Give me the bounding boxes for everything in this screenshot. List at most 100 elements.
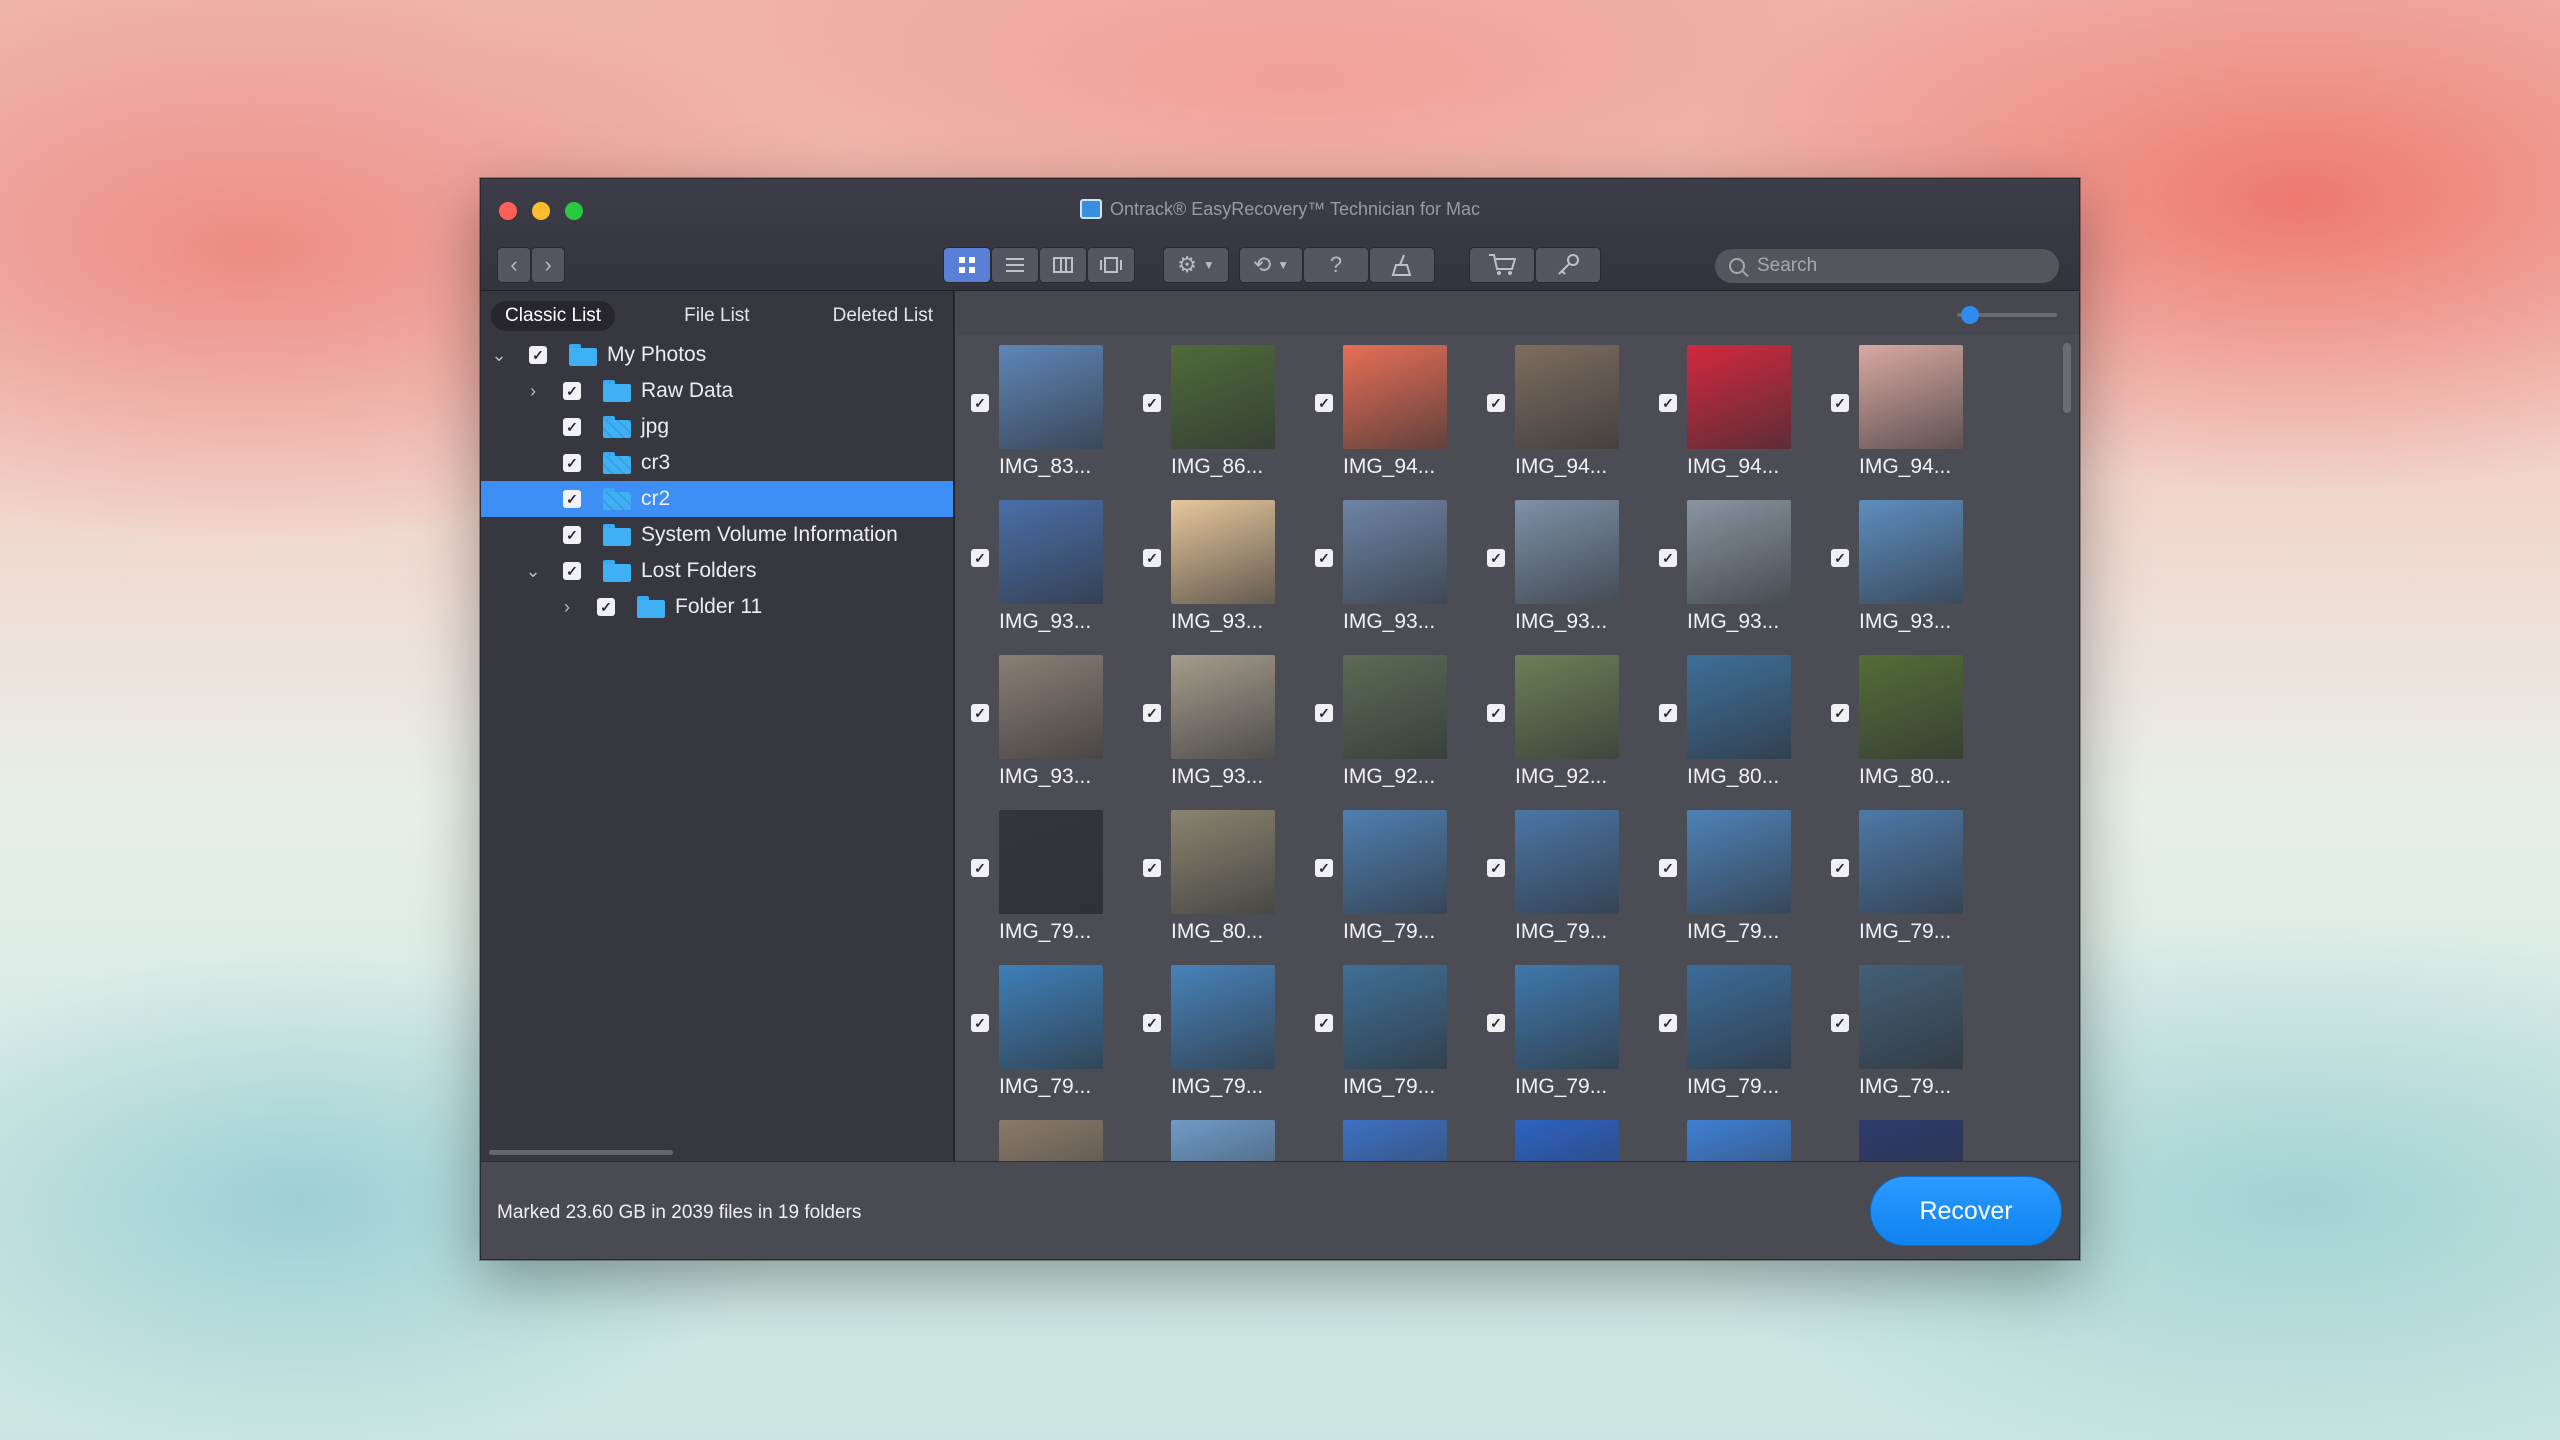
checkbox[interactable]: ✓ (563, 526, 581, 544)
file-thumbnail-item[interactable]: ✓ IMG_93... (1301, 490, 1473, 645)
tree-item-jpg[interactable]: ✓ jpg (481, 409, 953, 445)
help-button[interactable]: ? (1303, 247, 1369, 283)
file-thumbnail-item[interactable]: ✓ IMG_79... (1129, 955, 1301, 1110)
file-thumbnail-item[interactable]: ✓ IMG_94... (1473, 335, 1645, 490)
photo-thumbnail[interactable] (999, 345, 1103, 449)
checkbox[interactable]: ✓ (1487, 1014, 1505, 1032)
file-thumbnail-item[interactable]: ✓ IMG_94... (1817, 335, 1989, 490)
file-thumbnail-item[interactable]: ✓ IMG_92... (1473, 645, 1645, 800)
photo-thumbnail[interactable] (1859, 965, 1963, 1069)
checkbox[interactable]: ✓ (1659, 549, 1677, 567)
tree-item-folder-11[interactable]: › ✓ Folder 11 (481, 589, 953, 625)
chevron-right-icon[interactable]: › (525, 382, 541, 400)
checkbox[interactable]: ✓ (1487, 704, 1505, 722)
tree-item-my-photos[interactable]: ⌄ ✓ My Photos (481, 337, 953, 373)
checkbox[interactable]: ✓ (1315, 394, 1333, 412)
checkbox[interactable]: ✓ (1659, 394, 1677, 412)
tree-item-lost-folders[interactable]: ⌄ ✓ Lost Folders (481, 553, 953, 589)
photo-thumbnail[interactable] (1515, 965, 1619, 1069)
checkbox[interactable]: ✓ (597, 598, 615, 616)
photo-thumbnail[interactable] (1171, 345, 1275, 449)
history-menu-button[interactable]: ⟲ ▼ (1239, 247, 1303, 283)
file-thumbnail-item[interactable]: ✓ (957, 1110, 1129, 1161)
activation-key-button[interactable] (1535, 247, 1601, 283)
photo-thumbnail[interactable] (1171, 500, 1275, 604)
checkbox[interactable]: ✓ (1831, 1014, 1849, 1032)
cleanup-button[interactable] (1369, 247, 1435, 283)
photo-thumbnail[interactable] (1687, 965, 1791, 1069)
photo-thumbnail[interactable] (1687, 810, 1791, 914)
checkbox[interactable]: ✓ (971, 859, 989, 877)
tab-file-list[interactable]: File List (670, 301, 763, 331)
checkbox[interactable]: ✓ (1143, 394, 1161, 412)
photo-thumbnail[interactable] (1343, 345, 1447, 449)
photo-thumbnail[interactable] (1515, 810, 1619, 914)
photo-thumbnail[interactable] (999, 965, 1103, 1069)
file-thumbnail-item[interactable]: ✓ IMG_79... (1301, 955, 1473, 1110)
checkbox[interactable]: ✓ (563, 562, 581, 580)
photo-thumbnail[interactable] (1515, 655, 1619, 759)
photo-thumbnail[interactable] (1343, 1120, 1447, 1161)
checkbox[interactable]: ✓ (971, 549, 989, 567)
grid-view-button[interactable] (943, 247, 991, 283)
grid-scrollbar[interactable] (2063, 343, 2071, 413)
tree-item-cr2[interactable]: ✓ cr2 (481, 481, 953, 517)
checkbox[interactable]: ✓ (1143, 549, 1161, 567)
checkbox[interactable]: ✓ (1831, 859, 1849, 877)
file-thumbnail-item[interactable]: ✓ IMG_80... (1645, 645, 1817, 800)
file-thumbnail-item[interactable]: ✓ IMG_92... (1301, 645, 1473, 800)
checkbox[interactable]: ✓ (529, 346, 547, 364)
photo-thumbnail[interactable] (999, 655, 1103, 759)
chevron-right-icon[interactable]: › (559, 598, 575, 616)
file-thumbnail-item[interactable]: ✓ IMG_93... (957, 645, 1129, 800)
file-thumbnail-item[interactable]: ✓ IMG_79... (957, 955, 1129, 1110)
file-thumbnail-item[interactable]: ✓ IMG_80... (1129, 800, 1301, 955)
photo-thumbnail[interactable] (1343, 810, 1447, 914)
file-thumbnail-item[interactable]: ✓ IMG_79... (1817, 955, 1989, 1110)
file-thumbnail-item[interactable]: ✓ IMG_79... (1645, 800, 1817, 955)
checkbox[interactable]: ✓ (1831, 549, 1849, 567)
checkbox[interactable]: ✓ (1831, 394, 1849, 412)
checkbox[interactable]: ✓ (1143, 1014, 1161, 1032)
photo-thumbnail[interactable] (1171, 655, 1275, 759)
search-input[interactable]: Search (1715, 249, 2059, 283)
file-thumbnail-item[interactable]: ✓ (1301, 1110, 1473, 1161)
photo-thumbnail[interactable] (999, 1120, 1103, 1161)
checkbox[interactable]: ✓ (1659, 1014, 1677, 1032)
forward-button[interactable]: › (531, 247, 565, 283)
file-thumbnail-item[interactable]: ✓ IMG_93... (1817, 490, 1989, 645)
checkbox[interactable]: ✓ (971, 704, 989, 722)
file-thumbnail-item[interactable]: ✓ IMG_93... (1645, 490, 1817, 645)
file-thumbnail-item[interactable]: ✓ (1129, 1110, 1301, 1161)
file-thumbnail-item[interactable]: ✓ IMG_79... (1473, 800, 1645, 955)
photo-thumbnail[interactable] (1859, 345, 1963, 449)
checkbox[interactable]: ✓ (563, 418, 581, 436)
checkbox[interactable]: ✓ (971, 1014, 989, 1032)
filmstrip-view-button[interactable] (1087, 247, 1135, 283)
file-thumbnail-item[interactable]: ✓ IMG_83... (957, 335, 1129, 490)
checkbox[interactable]: ✓ (1315, 549, 1333, 567)
checkbox[interactable]: ✓ (563, 454, 581, 472)
file-thumbnail-item[interactable]: ✓ IMG_79... (1817, 800, 1989, 955)
file-thumbnail-item[interactable]: ✓ IMG_93... (1129, 645, 1301, 800)
file-thumbnail-item[interactable]: ✓ IMG_79... (957, 800, 1129, 955)
photo-thumbnail[interactable] (1171, 1120, 1275, 1161)
file-thumbnail-item[interactable]: ✓ IMG_79... (1645, 955, 1817, 1110)
photo-thumbnail[interactable] (999, 810, 1103, 914)
tree-item-system-volume-information[interactable]: ✓ System Volume Information (481, 517, 953, 553)
file-thumbnail-item[interactable]: ✓ (1817, 1110, 1989, 1161)
file-thumbnail-item[interactable]: ✓ IMG_93... (1473, 490, 1645, 645)
file-thumbnail-item[interactable]: ✓ IMG_79... (1473, 955, 1645, 1110)
photo-thumbnail[interactable] (1515, 500, 1619, 604)
checkbox[interactable]: ✓ (1143, 704, 1161, 722)
photo-thumbnail[interactable] (1859, 810, 1963, 914)
tab-classic-list[interactable]: Classic List (491, 301, 616, 331)
thumbnail-size-slider-knob[interactable] (1961, 306, 1979, 324)
recover-button[interactable]: Recover (1870, 1176, 2062, 1246)
file-thumbnail-item[interactable]: ✓ IMG_80... (1817, 645, 1989, 800)
settings-menu-button[interactable]: ⚙ ▼ (1163, 247, 1229, 283)
photo-thumbnail[interactable] (1859, 500, 1963, 604)
purchase-button[interactable] (1469, 247, 1535, 283)
tab-deleted-list[interactable]: Deleted List (819, 301, 947, 331)
photo-thumbnail[interactable] (1515, 1120, 1619, 1161)
